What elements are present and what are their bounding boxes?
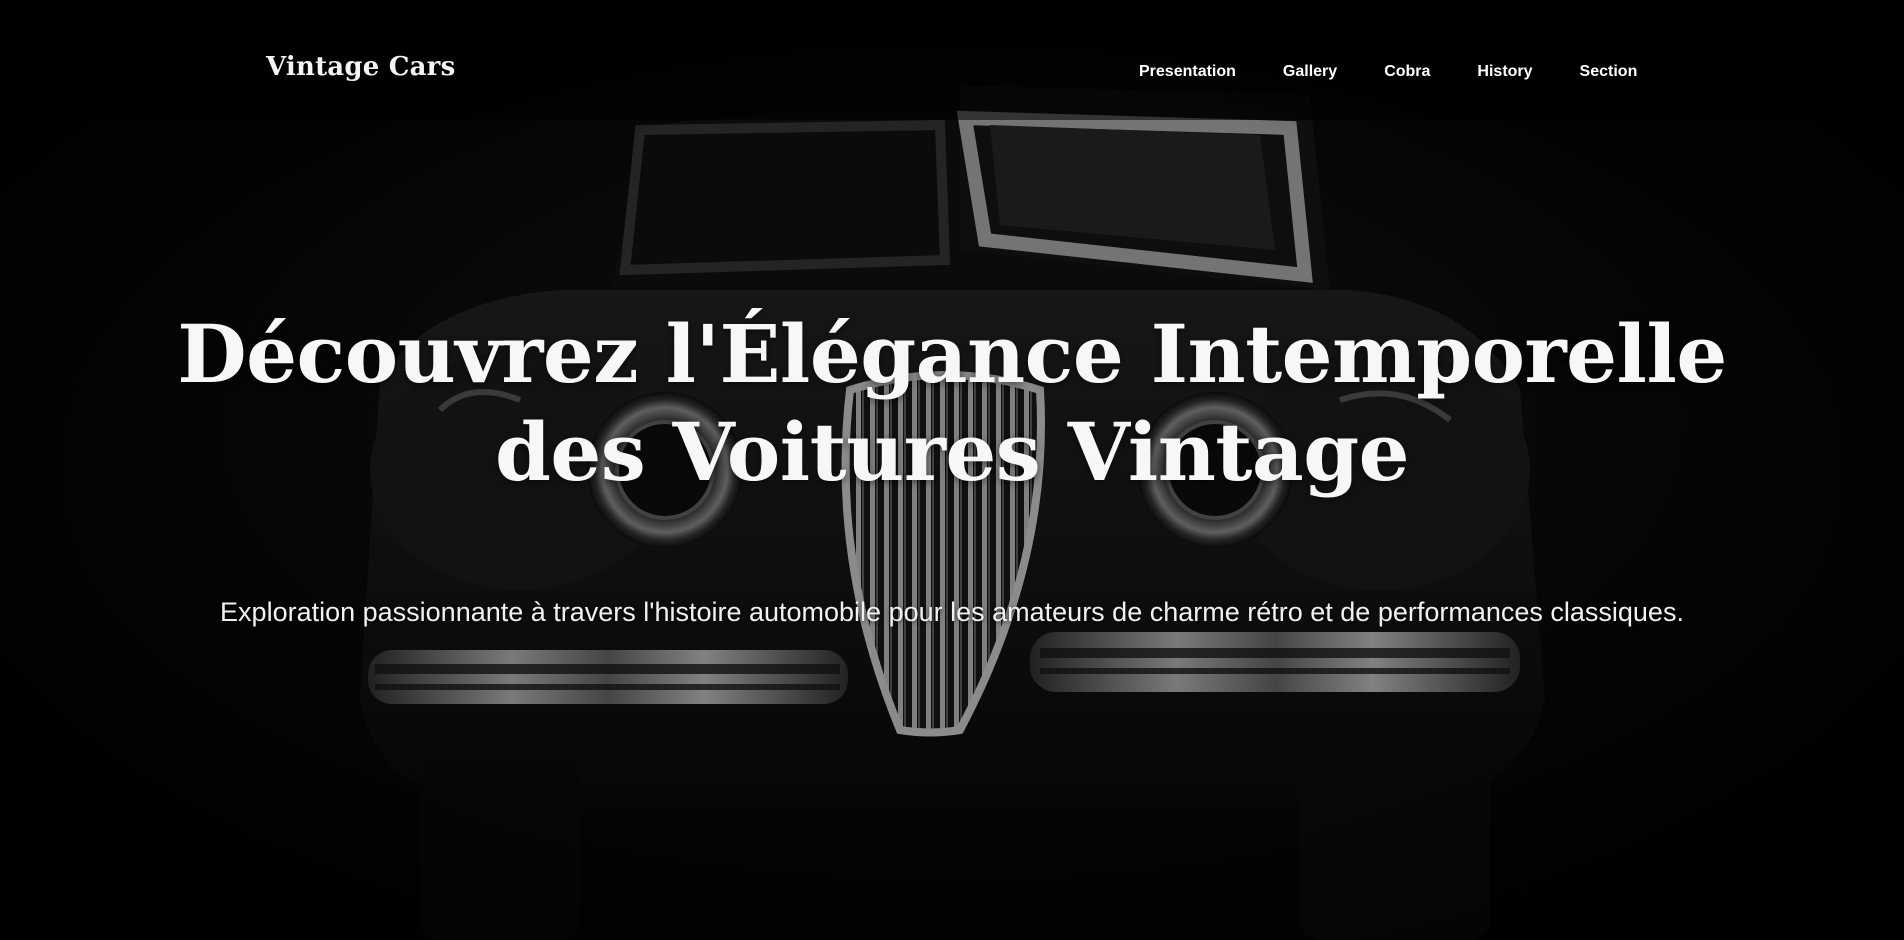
nav-link-history[interactable]: History bbox=[1477, 63, 1532, 81]
nav-link-section[interactable]: Section bbox=[1580, 63, 1638, 81]
nav-link-cobra[interactable]: Cobra bbox=[1384, 63, 1430, 81]
site-header: Vintage Cars Presentation Gallery Cobra … bbox=[0, 0, 1904, 145]
hero-subtitle: Exploration passionnante à travers l'his… bbox=[220, 597, 1684, 627]
nav-link-gallery[interactable]: Gallery bbox=[1283, 63, 1337, 81]
page: Vintage Cars Presentation Gallery Cobra … bbox=[0, 0, 1904, 940]
site-logo[interactable]: Vintage Cars bbox=[266, 52, 455, 82]
hero-title: Découvrez l'Élégance Intemporelle des Vo… bbox=[177, 307, 1727, 499]
nav-link-presentation[interactable]: Presentation bbox=[1139, 63, 1236, 81]
main-nav: Presentation Gallery Cobra History Secti… bbox=[1139, 63, 1637, 81]
